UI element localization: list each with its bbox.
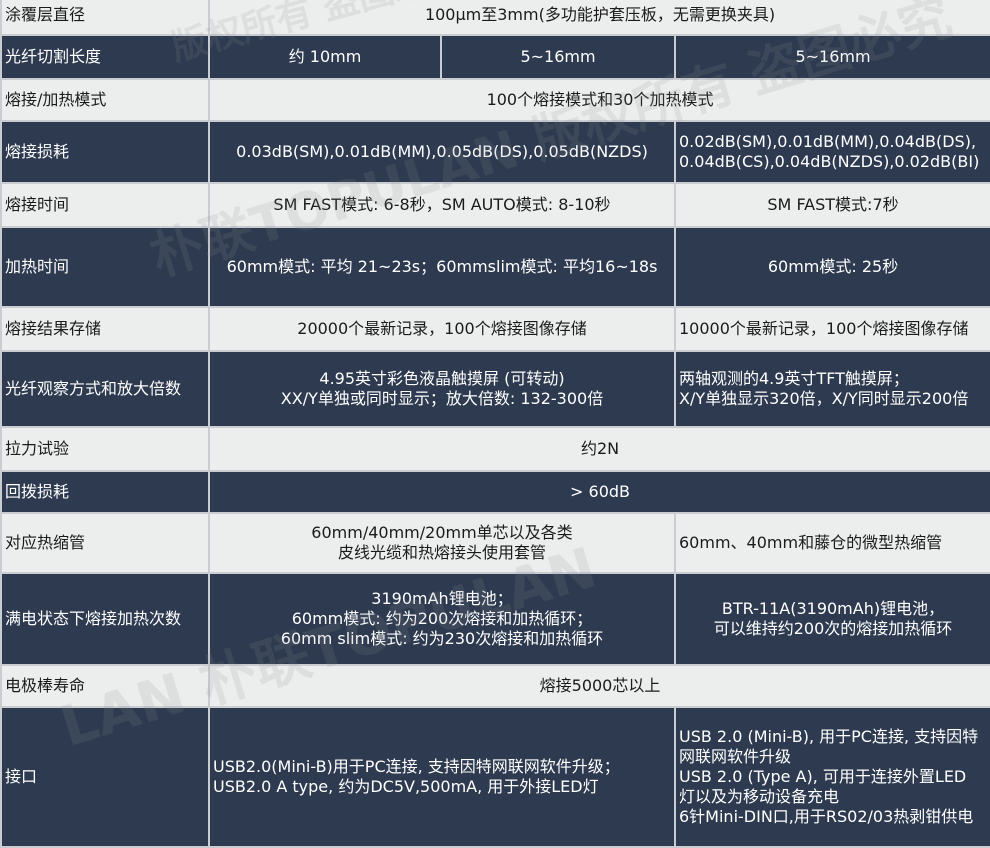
spec-value-line: 网联网软件升级 bbox=[679, 747, 792, 766]
spec-row: 熔接时间 SM FAST模式: 6-8秒，SM AUTO模式: 8-10秒 SM F… bbox=[0, 182, 990, 228]
spec-value: USB2.0(Mini-B)用于PC连接, 支持因特网联网软件升级； USB2.0… bbox=[208, 706, 676, 848]
spec-label: 满电状态下熔接加热次数 bbox=[0, 572, 210, 666]
spec-value-line: USB 2.0 (Type A), 可用于连接外置LED bbox=[679, 767, 967, 786]
spec-value-line: 6针Mini-DIN口,用于RS02/03热剥钳供电 bbox=[679, 807, 974, 826]
spec-row: 光纤观察方式和放大倍数 4.95英寸彩色液晶触摸屏 (可转动) XX/Y单独或同时显… bbox=[0, 350, 990, 428]
spec-row: 加热时间 60mm模式: 平均 21~23s；60mmslim模式: 平均16~1… bbox=[0, 226, 990, 308]
spec-value-line: X/Y单独显示320倍，X/Y同时显示200倍 bbox=[679, 389, 969, 408]
spec-value: 20000个最新记录，100个熔接图像存储 bbox=[208, 306, 676, 352]
spec-value-line: SM FAST模式: 6-8秒，SM AUTO模式: 8-10秒 bbox=[273, 195, 611, 214]
spec-value-line: BTR-11A(3190mAh)锂电池， bbox=[721, 599, 945, 618]
spec-label: 光纤切割长度 bbox=[0, 34, 210, 80]
spec-value: 4.95英寸彩色液晶触摸屏 (可转动) XX/Y单独或同时显示；放大倍数: 132… bbox=[208, 350, 676, 428]
spec-value-line: USB 2.0 (Mini-B), 用于PC连接, 支持因特 bbox=[679, 727, 979, 746]
spec-value-line: 0.03dB(SM),0.01dB(MM),0.05dB(DS),0.05dB(… bbox=[236, 142, 648, 161]
spec-value: 60mm、40mm和藤仓的微型热缩管 bbox=[673, 512, 990, 574]
spec-value-line: 灯以及为移动设备充电 bbox=[679, 787, 840, 806]
spec-value: 两轴观测的4.9英寸TFT触摸屏； X/Y单独显示320倍，X/Y同时显示200倍 bbox=[673, 350, 990, 428]
spec-label: 熔接/加热模式 bbox=[0, 78, 210, 122]
spec-value-line: SM FAST模式:7秒 bbox=[767, 195, 899, 214]
spec-row: 电极棒寿命 熔接5000芯以上 bbox=[0, 664, 990, 708]
spec-row: 对应热缩管 60mm/40mm/20mm单芯以及各类 皮线光缆和热熔接头使用套管 60… bbox=[0, 512, 990, 574]
spec-label: 电极棒寿命 bbox=[0, 664, 210, 708]
spec-row: 光纤切割长度 约 10mm 5~16mm 5~16mm bbox=[0, 34, 990, 80]
spec-value-line: 20000个最新记录，100个熔接图像存储 bbox=[297, 319, 587, 338]
spec-value-line: 两轴观测的4.9英寸TFT触摸屏； bbox=[679, 369, 909, 388]
spec-row: 熔接损耗 0.03dB(SM),0.01dB(MM),0.05dB(DS),0.0… bbox=[0, 120, 990, 184]
spec-label: 光纤观察方式和放大倍数 bbox=[0, 350, 210, 428]
spec-value-line: 60mm/40mm/20mm单芯以及各类 bbox=[311, 523, 573, 542]
spec-value-line: USB2.0(Mini-B)用于PC连接, 支持因特网联网软件升级； bbox=[213, 757, 620, 776]
spec-value-line: 约2N bbox=[580, 439, 620, 458]
spec-value-line: 熔接5000芯以上 bbox=[539, 676, 661, 695]
spec-value: 5~16mm bbox=[440, 34, 676, 80]
spec-value: 约2N bbox=[207, 426, 990, 472]
spec-value-line: 5~16mm bbox=[795, 47, 871, 66]
spec-value-line: 0.02dB(SM),0.01dB(MM),0.04dB(DS), bbox=[679, 132, 977, 151]
spec-label: 拉力试验 bbox=[0, 426, 210, 472]
spec-value: 60mm模式: 平均 21~23s；60mmslim模式: 平均16~18s bbox=[208, 226, 676, 308]
spec-label: 接口 bbox=[0, 706, 210, 848]
spec-value: 熔接5000芯以上 bbox=[207, 664, 990, 708]
spec-label: 回拨损耗 bbox=[0, 470, 210, 514]
spec-row: 熔接/加热模式 100个熔接模式和30个加热模式 bbox=[0, 78, 990, 122]
spec-label: 涂覆层直径 bbox=[0, 0, 210, 36]
spec-value-line: 100个熔接模式和30个加热模式 bbox=[486, 90, 714, 109]
spec-label: 对应热缩管 bbox=[0, 512, 210, 574]
spec-label: 熔接时间 bbox=[0, 182, 210, 228]
spec-value: 0.02dB(SM),0.01dB(MM),0.04dB(DS), 0.04dB(… bbox=[673, 120, 990, 184]
spec-value-line: 100μm至3mm(多功能护套压板，无需更换夹具) bbox=[424, 5, 776, 24]
spec-value: 0.03dB(SM),0.01dB(MM),0.05dB(DS),0.05dB(… bbox=[208, 120, 676, 184]
spec-value: 3190mAh锂电池； 60mm模式: 约为200次熔接和加热循环； 60mm sl… bbox=[208, 572, 676, 666]
spec-value: USB 2.0 (Mini-B), 用于PC连接, 支持因特 网联网软件升级 USB… bbox=[673, 706, 990, 848]
spec-row: 接口 USB2.0(Mini-B)用于PC连接, 支持因特网联网软件升级； USB2… bbox=[0, 706, 990, 848]
spec-value-line: USB2.0 A type, 约为DC5V,500mA, 用于外接LED灯 bbox=[213, 777, 599, 796]
spec-row: 拉力试验 约2N bbox=[0, 426, 990, 472]
spec-row: 熔接结果存储 20000个最新记录，100个熔接图像存储 10000个最新记录，10… bbox=[0, 306, 990, 352]
spec-value-line: 3190mAh锂电池； bbox=[371, 589, 513, 608]
spec-value: 60mm模式: 25秒 bbox=[673, 226, 990, 308]
spec-value: 约 10mm bbox=[208, 34, 442, 80]
spec-value: SM FAST模式: 6-8秒，SM AUTO模式: 8-10秒 bbox=[208, 182, 676, 228]
spec-value-line: 约 10mm bbox=[288, 47, 362, 66]
spec-value-line: 60mm、40mm和藤仓的微型热缩管 bbox=[679, 533, 943, 552]
spec-label: 熔接结果存储 bbox=[0, 306, 210, 352]
spec-value: > 60dB bbox=[207, 470, 990, 514]
spec-value-line: 60mm模式: 25秒 bbox=[767, 257, 899, 276]
spec-label: 熔接损耗 bbox=[0, 120, 210, 184]
spec-value-line: 0.04dB(CS),0.04dB(NZDS),0.02dB(BI) bbox=[679, 152, 980, 171]
spec-row: 回拨损耗 > 60dB bbox=[0, 470, 990, 514]
spec-value: 100个熔接模式和30个加热模式 bbox=[207, 78, 990, 122]
spec-value-line: 可以维持约200次的熔接加热循环 bbox=[713, 619, 953, 638]
spec-value: 100μm至3mm(多功能护套压板，无需更换夹具) bbox=[207, 0, 990, 36]
spec-label: 加热时间 bbox=[0, 226, 210, 308]
spec-value: SM FAST模式:7秒 bbox=[673, 182, 990, 228]
spec-value-line: 皮线光缆和热熔接头使用套管 bbox=[337, 543, 546, 562]
spec-value-line: 10000个最新记录，100个熔接图像存储 bbox=[679, 319, 969, 338]
spec-value-line: 60mm模式: 平均 21~23s；60mmslim模式: 平均16~18s bbox=[226, 257, 658, 276]
spec-table: 涂覆层直径 100μm至3mm(多功能护套压板，无需更换夹具) 光纤切割长度 约 10… bbox=[0, 0, 990, 848]
spec-row: 涂覆层直径 100μm至3mm(多功能护套压板，无需更换夹具) bbox=[0, 0, 990, 36]
spec-value-line: 5~16mm bbox=[520, 47, 596, 66]
spec-value-line: 60mm模式: 约为200次熔接和加热循环； bbox=[291, 609, 593, 628]
spec-value: 10000个最新记录，100个熔接图像存储 bbox=[673, 306, 990, 352]
spec-value: 60mm/40mm/20mm单芯以及各类 皮线光缆和热熔接头使用套管 bbox=[208, 512, 676, 574]
spec-value-line: 60mm slim模式: 约为230次熔接和加热循环 bbox=[280, 629, 604, 648]
spec-value-line: XX/Y单独或同时显示；放大倍数: 132-300倍 bbox=[280, 389, 604, 408]
spec-value: BTR-11A(3190mAh)锂电池， 可以维持约200次的熔接加热循环 bbox=[673, 572, 990, 666]
spec-value-line: 4.95英寸彩色液晶触摸屏 (可转动) bbox=[319, 369, 565, 388]
spec-value: 5~16mm bbox=[673, 34, 990, 80]
spec-value-line: > 60dB bbox=[570, 482, 630, 501]
spec-row: 满电状态下熔接加热次数 3190mAh锂电池； 60mm模式: 约为200次熔接和加… bbox=[0, 572, 990, 666]
